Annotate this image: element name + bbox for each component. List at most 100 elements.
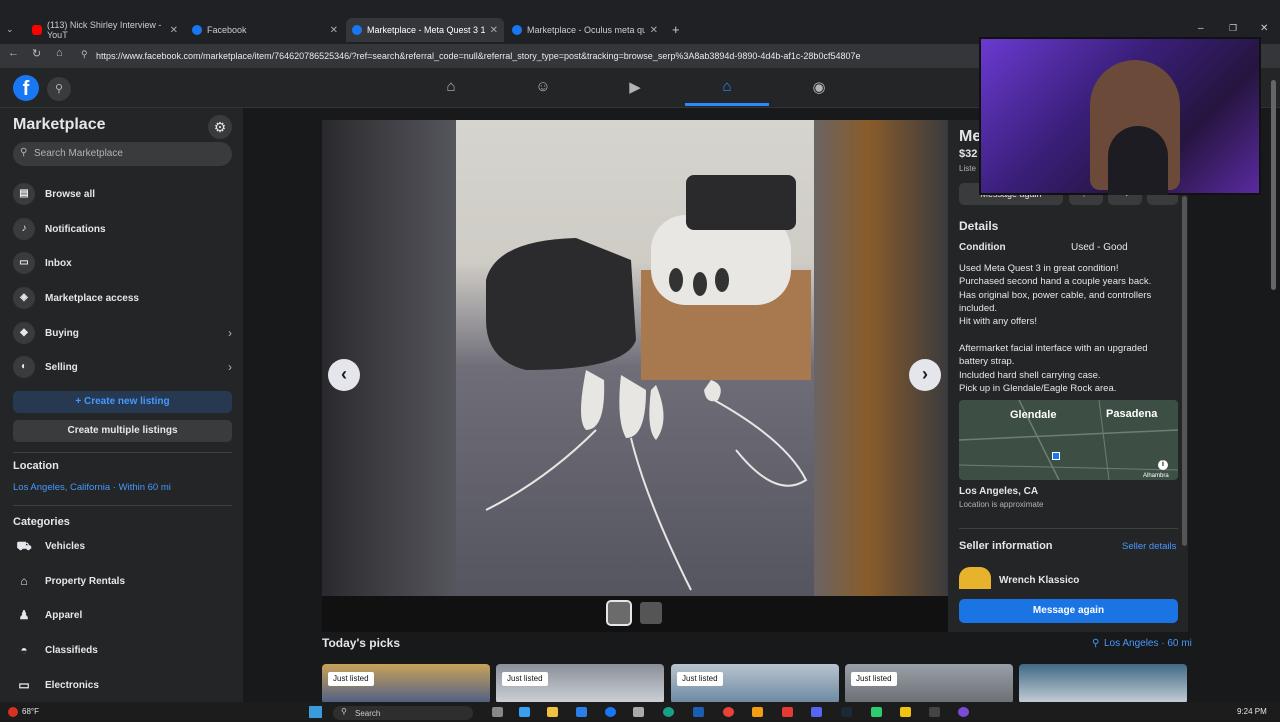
- avatar[interactable]: [959, 567, 991, 589]
- photo-blur-left: [322, 120, 456, 596]
- message-again-button[interactable]: Message again: [959, 599, 1178, 623]
- steam-icon[interactable]: [841, 707, 852, 717]
- category-property-rentals[interactable]: ⌂ Property Rentals: [13, 567, 232, 595]
- copilot-icon[interactable]: [519, 707, 530, 717]
- sidebar-item-buying[interactable]: ◆ Buying ›: [13, 319, 232, 347]
- divider: [959, 528, 1178, 529]
- clock[interactable]: 9:24 PM: [1237, 707, 1267, 716]
- create-new-listing-button[interactable]: + Create new listing: [13, 391, 232, 413]
- close-icon[interactable]: ✕: [170, 25, 178, 36]
- close-icon[interactable]: ✕: [330, 25, 338, 36]
- chrome-icon[interactable]: [723, 707, 734, 717]
- close-icon[interactable]: ✕: [490, 25, 498, 36]
- categories-heading: Categories: [13, 516, 70, 528]
- app-icon[interactable]: [900, 707, 911, 717]
- chevron-right-icon: ›: [228, 326, 232, 340]
- location-note: Location is approximate: [959, 500, 1044, 509]
- tab-search-icon[interactable]: ⌄: [6, 24, 14, 35]
- edge-icon[interactable]: [663, 707, 674, 717]
- taskbar-search[interactable]: Search: [333, 706, 473, 720]
- sidebar-item-label: Buying: [45, 327, 79, 339]
- tab-facebook[interactable]: Facebook ✕: [186, 18, 344, 42]
- panel-scrollbar[interactable]: [1182, 196, 1187, 546]
- picks-location-link[interactable]: Los Angeles · 60 mi: [1104, 638, 1192, 649]
- close-icon[interactable]: ✕: [650, 25, 658, 36]
- app-icon[interactable]: [693, 707, 704, 717]
- photo-thumbnail[interactable]: [606, 600, 632, 626]
- home-nav-icon[interactable]: ⌂: [436, 78, 466, 100]
- category-apparel[interactable]: ♟ Apparel: [13, 601, 232, 629]
- listing-photo[interactable]: [456, 120, 814, 596]
- search-icon: ⚲: [20, 147, 28, 158]
- seller-details-link[interactable]: Seller details: [1122, 541, 1176, 552]
- sidebar-item-notifications[interactable]: ♪ Notifications: [13, 215, 232, 243]
- back-arrow-icon[interactable]: ←: [8, 47, 19, 59]
- photo-blur-right: [814, 120, 948, 596]
- facebook-favicon-icon: [192, 25, 202, 35]
- groups-nav-icon[interactable]: ◉: [804, 78, 834, 100]
- video-nav-icon[interactable]: ▶: [620, 78, 650, 100]
- facebook-app-icon[interactable]: [605, 707, 616, 717]
- tab-marketplace-oculus[interactable]: Marketplace - Oculus meta quest ✕: [506, 18, 664, 42]
- car-icon: ⛟: [16, 539, 32, 553]
- listing-title: Me: [959, 128, 982, 145]
- listing-card[interactable]: [1019, 664, 1187, 704]
- create-multiple-listings-button[interactable]: Create multiple listings: [13, 420, 232, 442]
- start-icon[interactable]: [309, 706, 322, 718]
- house-icon: ⌂: [20, 574, 28, 588]
- gear-icon[interactable]: ⚙: [208, 115, 232, 139]
- tab-youtube[interactable]: (113) Nick Shirley Interview - YouT ✕: [26, 18, 184, 42]
- facebook-logo-icon[interactable]: f: [13, 75, 39, 101]
- sidebar-item-label: Marketplace access: [45, 292, 139, 304]
- app-icon[interactable]: [752, 707, 763, 717]
- task-view-icon[interactable]: [492, 707, 503, 717]
- seller-name[interactable]: Wrench Klassico: [999, 575, 1079, 586]
- app-icon[interactable]: [871, 707, 882, 717]
- location-link[interactable]: Los Angeles, California · Within 60 mi: [13, 482, 171, 493]
- app-icon[interactable]: [929, 707, 940, 717]
- sidebar-item-browse-all[interactable]: ▤ Browse all: [13, 180, 232, 208]
- sidebar-item-inbox[interactable]: ▭ Inbox: [13, 249, 232, 277]
- tab-marketplace-meta-quest[interactable]: Marketplace - Meta Quest 3 128G ✕: [346, 18, 504, 42]
- url-field[interactable]: https://www.facebook.com/marketplace/ite…: [96, 48, 976, 64]
- description-line: battery strap.: [959, 356, 1015, 367]
- category-vehicles[interactable]: ⛟ Vehicles: [13, 532, 232, 560]
- photo-thumbnail[interactable]: [640, 602, 662, 624]
- map-info-icon[interactable]: i: [1158, 460, 1168, 470]
- site-info-icon[interactable]: ⚲: [81, 49, 88, 60]
- sidebar-item-label: Notifications: [45, 223, 106, 235]
- next-photo-button[interactable]: ›: [909, 359, 941, 391]
- page-scrollbar[interactable]: [1271, 80, 1276, 290]
- friends-nav-icon[interactable]: ☺: [528, 78, 558, 100]
- previous-photo-button[interactable]: ‹: [328, 359, 360, 391]
- weather-icon: [8, 707, 18, 717]
- file-explorer-icon[interactable]: [547, 707, 558, 717]
- classifieds-icon: ◓: [20, 643, 28, 657]
- app-icon[interactable]: [811, 707, 822, 717]
- obs-icon[interactable]: [958, 707, 969, 717]
- maximize-icon[interactable]: ❐: [1229, 23, 1237, 34]
- sidebar-item-marketplace-access[interactable]: ◈ Marketplace access: [13, 284, 232, 312]
- shirt-icon: ♟: [18, 608, 30, 622]
- marketplace-search-input[interactable]: Search Marketplace: [13, 142, 232, 166]
- new-tab-button[interactable]: +: [672, 22, 680, 37]
- app-icon[interactable]: [633, 707, 644, 717]
- category-classifieds[interactable]: ◓ Classifieds: [13, 636, 232, 664]
- reload-icon[interactable]: ↻: [32, 47, 41, 60]
- weather-temperature[interactable]: 68°F: [22, 707, 39, 716]
- minimize-icon[interactable]: –: [1198, 23, 1204, 34]
- category-label: Vehicles: [45, 540, 86, 552]
- marketplace-nav-icon[interactable]: ⌂: [712, 78, 742, 100]
- tag-icon: ◐: [13, 356, 35, 378]
- sidebar-item-selling[interactable]: ◐ Selling ›: [13, 353, 232, 381]
- category-electronics[interactable]: ▭ Electronics: [13, 671, 232, 699]
- store-icon[interactable]: [576, 707, 587, 717]
- youtube-icon[interactable]: [782, 707, 793, 717]
- location-heading: Location: [13, 460, 59, 472]
- search-icon[interactable]: ⚲: [47, 77, 71, 101]
- sidebar-title: Marketplace: [13, 116, 106, 133]
- storefront-icon: ▤: [13, 183, 35, 205]
- home-icon[interactable]: ⌂: [56, 47, 63, 59]
- window-close-icon[interactable]: ✕: [1260, 23, 1268, 34]
- category-label: Property Rentals: [45, 575, 126, 587]
